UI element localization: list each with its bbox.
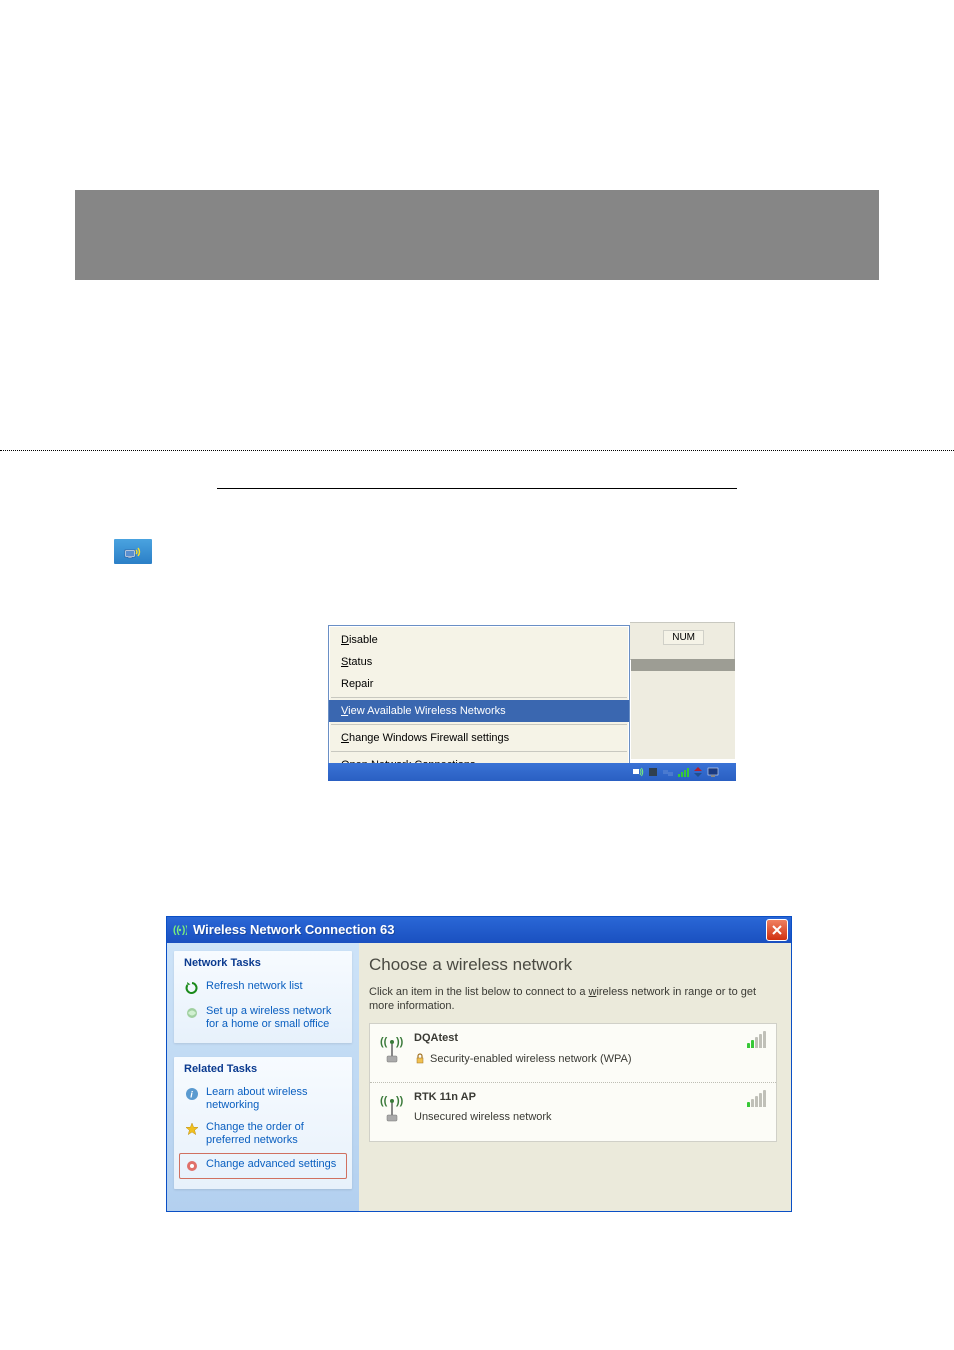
menu-item-firewall[interactable]: Change Windows Firewall settings xyxy=(329,727,629,749)
advanced-settings-icon xyxy=(184,1158,200,1174)
menu-item-status[interactable]: Status xyxy=(329,651,629,673)
svg-text:((: (( xyxy=(380,1095,388,1107)
monitor-icon[interactable] xyxy=(707,766,719,778)
window-title: Wireless Network Connection 63 xyxy=(193,922,766,937)
main-panel: Choose a wireless network Click an item … xyxy=(359,943,791,1211)
signal-strength-icon xyxy=(747,1091,766,1107)
sidebar-link-advanced[interactable]: Change advanced settings xyxy=(179,1153,347,1179)
gray-banner-placeholder xyxy=(75,190,879,280)
sidebar-link-label: Change advanced settings xyxy=(206,1158,336,1171)
sidebar-link-label: Learn about wireless networking xyxy=(206,1086,346,1112)
main-description: Click an item in the list below to conne… xyxy=(369,985,777,1013)
sidebar-link-label: Change the order of preferred networks xyxy=(206,1121,346,1147)
network-item[interactable]: (( )) RTK 11n AP Unsecured wireless netw… xyxy=(370,1083,776,1141)
sidebar-header-network-tasks: Network Tasks xyxy=(174,951,352,975)
num-lock-indicator: NUM xyxy=(663,630,704,645)
wireless-connection-window: (()) Wireless Network Connection 63 Netw… xyxy=(166,916,792,1212)
network-item[interactable]: (( )) DQAtest xyxy=(370,1024,776,1083)
svg-text:((: (( xyxy=(380,1036,388,1048)
close-icon xyxy=(772,925,782,935)
menu-item-repair[interactable]: Repair xyxy=(329,673,629,695)
window-titlebar[interactable]: (()) Wireless Network Connection 63 xyxy=(167,917,791,943)
wireless-tray-icon[interactable] xyxy=(632,766,644,778)
info-icon: i xyxy=(184,1086,200,1102)
dotted-divider xyxy=(0,450,954,451)
network-icon[interactable] xyxy=(662,766,674,778)
menu-item-disable[interactable]: Disable xyxy=(329,629,629,651)
sidebar-link-label: Refresh network list xyxy=(206,980,303,993)
network-name: DQAtest xyxy=(414,1032,739,1044)
device-icon[interactable] xyxy=(647,766,659,778)
updown-icon[interactable] xyxy=(692,766,704,778)
access-point-icon: (( )) xyxy=(378,1093,406,1123)
menu-item-view-networks[interactable]: View Available Wireless Networks xyxy=(329,700,629,722)
sidebar-link-refresh[interactable]: Refresh network list xyxy=(174,975,352,1000)
svg-text:)): )) xyxy=(396,1036,404,1048)
sidebar-link-label: Set up a wireless network for a home or … xyxy=(206,1005,346,1031)
window-close-button[interactable] xyxy=(766,919,788,941)
tray-context-menu: NUM Disable Status Repair View Available… xyxy=(328,625,630,780)
lock-icon xyxy=(414,1052,426,1067)
sidebar-link-change-order[interactable]: Change the order of preferred networks xyxy=(174,1116,352,1151)
main-heading: Choose a wireless network xyxy=(369,955,777,975)
taskbar xyxy=(328,763,736,781)
network-list: (( )) DQAtest xyxy=(369,1023,777,1142)
wireless-title-icon: (()) xyxy=(173,923,187,937)
network-subtitle: Security-enabled wireless network (WPA) xyxy=(430,1053,632,1065)
refresh-icon xyxy=(184,980,200,996)
setup-network-icon xyxy=(184,1005,200,1021)
sidebar-header-related-tasks: Related Tasks xyxy=(174,1057,352,1081)
system-tray xyxy=(628,763,736,781)
signal-strength-icon xyxy=(747,1032,766,1048)
access-point-icon: (( )) xyxy=(378,1034,406,1064)
sidebar: Network Tasks Refresh network list Set u… xyxy=(167,943,359,1211)
network-name: RTK 11n AP xyxy=(414,1091,739,1103)
underline-heading-placeholder xyxy=(217,487,737,489)
sidebar-link-learn[interactable]: i Learn about wireless networking xyxy=(174,1081,352,1116)
svg-text:)): )) xyxy=(396,1095,404,1107)
star-icon xyxy=(184,1121,200,1137)
network-subtitle: Unsecured wireless network xyxy=(414,1111,552,1123)
sidebar-link-setup[interactable]: Set up a wireless network for a home or … xyxy=(174,1000,352,1035)
signal-bars-icon[interactable] xyxy=(677,766,689,778)
wireless-tray-icon-sample xyxy=(114,539,152,564)
svg-text:)): )) xyxy=(182,925,187,936)
